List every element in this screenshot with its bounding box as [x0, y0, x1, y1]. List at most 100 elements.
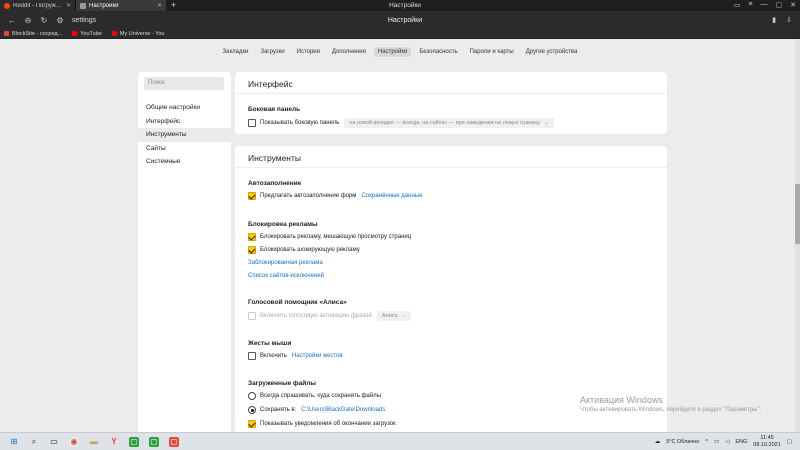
downloads-save-row: Сохранять в: C:\Users\BlackGate\Download… [248, 406, 385, 414]
close-window-icon[interactable]: ✕ [790, 1, 796, 9]
tab-settings[interactable]: Настройки ✕ [76, 0, 166, 11]
exceptions-row: Список сайтов-исключений [248, 273, 324, 279]
reload-icon[interactable]: ↻ [38, 14, 50, 26]
gear-icon: ⚙ [56, 15, 64, 25]
system-tray: ☁ 5°C Облачно ^ ▭ ◁ ENG 11:45 08.10.2021… [655, 434, 792, 450]
adblock-checkbox-1[interactable] [248, 233, 256, 241]
notify-checkbox[interactable] [248, 420, 256, 428]
chevron-down-icon: ⌄ [544, 120, 549, 126]
scrollbar-thumb[interactable] [795, 184, 800, 244]
volume-icon[interactable]: ◁ [725, 439, 729, 445]
nav-extensions[interactable]: Дополнения [328, 47, 370, 57]
download-path-link[interactable]: C:\Users\BlackGate\Downloads [301, 407, 385, 413]
folder-icon[interactable]: ▬ [89, 437, 99, 447]
panel-title: Интерфейс [235, 72, 667, 94]
sidebar-item-tools[interactable]: Инструменты [138, 128, 231, 142]
tab-strip: Reddit - Погружайтесь в ✕ Настройки ✕ + … [0, 0, 800, 11]
bookmark-label: YouTube [80, 30, 102, 37]
nav-settings[interactable]: Настройки [373, 47, 412, 57]
maximize-icon[interactable]: ▢ [776, 1, 783, 9]
close-icon[interactable]: ✕ [157, 2, 162, 9]
saved-data-link[interactable]: Сохранённые данные [361, 193, 422, 199]
ask-radio[interactable] [248, 392, 256, 400]
blocked-ads-link[interactable]: Заблокированная реклама [248, 260, 323, 266]
address-bar: ← ⊖ ↻ ⚙ settings Настройки ▮ ⇩ [0, 11, 800, 29]
gestures-settings-link[interactable]: Настройки жестов [292, 353, 343, 359]
alice-dropdown[interactable]: Алиса ⌄ [376, 311, 411, 321]
search-icon[interactable]: ⌕ [29, 437, 39, 447]
nav-devices[interactable]: Другие устройства [522, 47, 582, 57]
nav-bookmarks[interactable]: Закладки [219, 47, 253, 57]
reddit-icon [4, 2, 10, 9]
checkbox-label: Блокировать шокирующую рекламу [260, 247, 360, 253]
url-field[interactable]: settings [72, 17, 96, 24]
search-input[interactable]: Поиск [144, 77, 224, 90]
app-icon-green-1[interactable]: ◻ [129, 436, 139, 447]
bookmark-my-universe[interactable]: My Universe - You [111, 31, 165, 37]
nav-downloads[interactable]: Загрузки [256, 47, 288, 57]
tabs-menu-icon[interactable]: ▭ [734, 1, 741, 9]
sidebar-item-sites[interactable]: Сайты [138, 142, 231, 156]
clock[interactable]: 11:45 08.10.2021 [753, 435, 781, 449]
downloads-notify-row: Показывать уведомления об окончании загр… [248, 420, 396, 428]
gestures-checkbox[interactable] [248, 352, 256, 360]
sidebar-item-system[interactable]: Системные [138, 155, 231, 169]
sidebar-item-interface[interactable]: Интерфейс [138, 115, 231, 129]
task-view-icon[interactable]: ▭ [49, 437, 59, 447]
minimize-icon[interactable]: — [761, 1, 768, 9]
back-icon[interactable]: ← [6, 14, 18, 26]
side-panel-row: Показывать боковую панель на новой вклад… [248, 118, 554, 128]
autofill-checkbox[interactable] [248, 192, 256, 200]
app-icon-red[interactable]: ◻ [169, 436, 179, 447]
nav-history[interactable]: История [293, 47, 324, 57]
bookmark-icon[interactable]: ▮ [772, 16, 776, 24]
windows-start-icon[interactable]: ⊞ [9, 437, 19, 447]
downloads-icon[interactable]: ⇩ [786, 16, 792, 24]
weather-text[interactable]: 5°C Облачно [666, 439, 699, 445]
gestures-row: Включить Настройки жестов [248, 352, 343, 360]
nav-passwords[interactable]: Пароли и карты [466, 47, 518, 57]
chevron-down-icon: ⌄ [401, 313, 406, 319]
gestures-heading: Жесты мыши [248, 340, 292, 347]
downloads-ask-row: Всегда спрашивать, куда сохранять файлы [248, 392, 381, 400]
close-icon[interactable]: ✕ [66, 2, 71, 9]
menu-icon[interactable]: ≡ [748, 1, 752, 9]
tools-panel: Инструменты Автозаполнение Предлагать ав… [235, 146, 667, 432]
tab-reddit[interactable]: Reddit - Погружайтесь в ✕ [0, 0, 76, 11]
date: 08.10.2021 [753, 442, 781, 448]
bookmark-youtube[interactable]: YouTube [72, 31, 102, 37]
notifications-icon[interactable]: ▢ [787, 439, 792, 445]
checkbox-label: Включить голосовую активацию фразой [260, 313, 372, 319]
downloads-heading: Загруженные файлы [248, 380, 316, 387]
side-panel-checkbox[interactable] [248, 119, 256, 127]
bookmark-blocksite[interactable]: BlockSite - сосред... [4, 31, 62, 37]
blocked-ads-row: Заблокированная реклама [248, 260, 323, 266]
app-icon-green-2[interactable]: ◻ [149, 436, 159, 447]
language-indicator[interactable]: ENG [735, 439, 747, 445]
dropdown-value: Алиса [381, 313, 398, 319]
nav-security[interactable]: Безопасность [415, 47, 461, 57]
window-controls: ▭ ≡ — ▢ ✕ [734, 1, 796, 9]
watermark-text: Чтобы активировать Windows, перейдите в … [580, 407, 762, 413]
side-panel-dropdown[interactable]: на новой вкладке — всегда, на сайтах — п… [344, 118, 554, 128]
checkbox-label: Блокировать рекламу, мешающую просмотру … [260, 234, 412, 240]
sidebar-item-general[interactable]: Общие настройки [138, 101, 231, 115]
alice-checkbox[interactable] [248, 312, 256, 320]
window-title: Настройки [389, 2, 421, 9]
exceptions-link[interactable]: Список сайтов-исключений [248, 273, 324, 279]
chrome-icon[interactable]: ◉ [69, 436, 79, 447]
taskbar: ⊞ ⌕ ▭ ◉ ▬ Y ◻ ◻ ◻ ☁ 5°C Облачно ^ ▭ ◁ EN… [0, 432, 800, 450]
network-icon[interactable]: ▭ [714, 439, 719, 445]
alice-heading: Голосовой помощник «Алиса» [248, 299, 347, 306]
yandex-browser-icon[interactable]: Y [109, 437, 119, 447]
settings-icon [80, 2, 86, 9]
weather-icon: ☁ [654, 439, 661, 445]
save-to-radio[interactable] [248, 406, 256, 414]
yandex-icon[interactable]: ⊖ [22, 14, 34, 26]
panel-title: Инструменты [235, 146, 667, 168]
adblock-checkbox-2[interactable] [248, 246, 256, 254]
bookmark-label: BlockSite - сосред... [12, 30, 63, 37]
chevron-up-icon[interactable]: ^ [705, 439, 708, 445]
bookmarks-bar: BlockSite - сосред... YouTube My Univers… [0, 29, 800, 39]
new-tab-button[interactable]: + [168, 0, 179, 11]
